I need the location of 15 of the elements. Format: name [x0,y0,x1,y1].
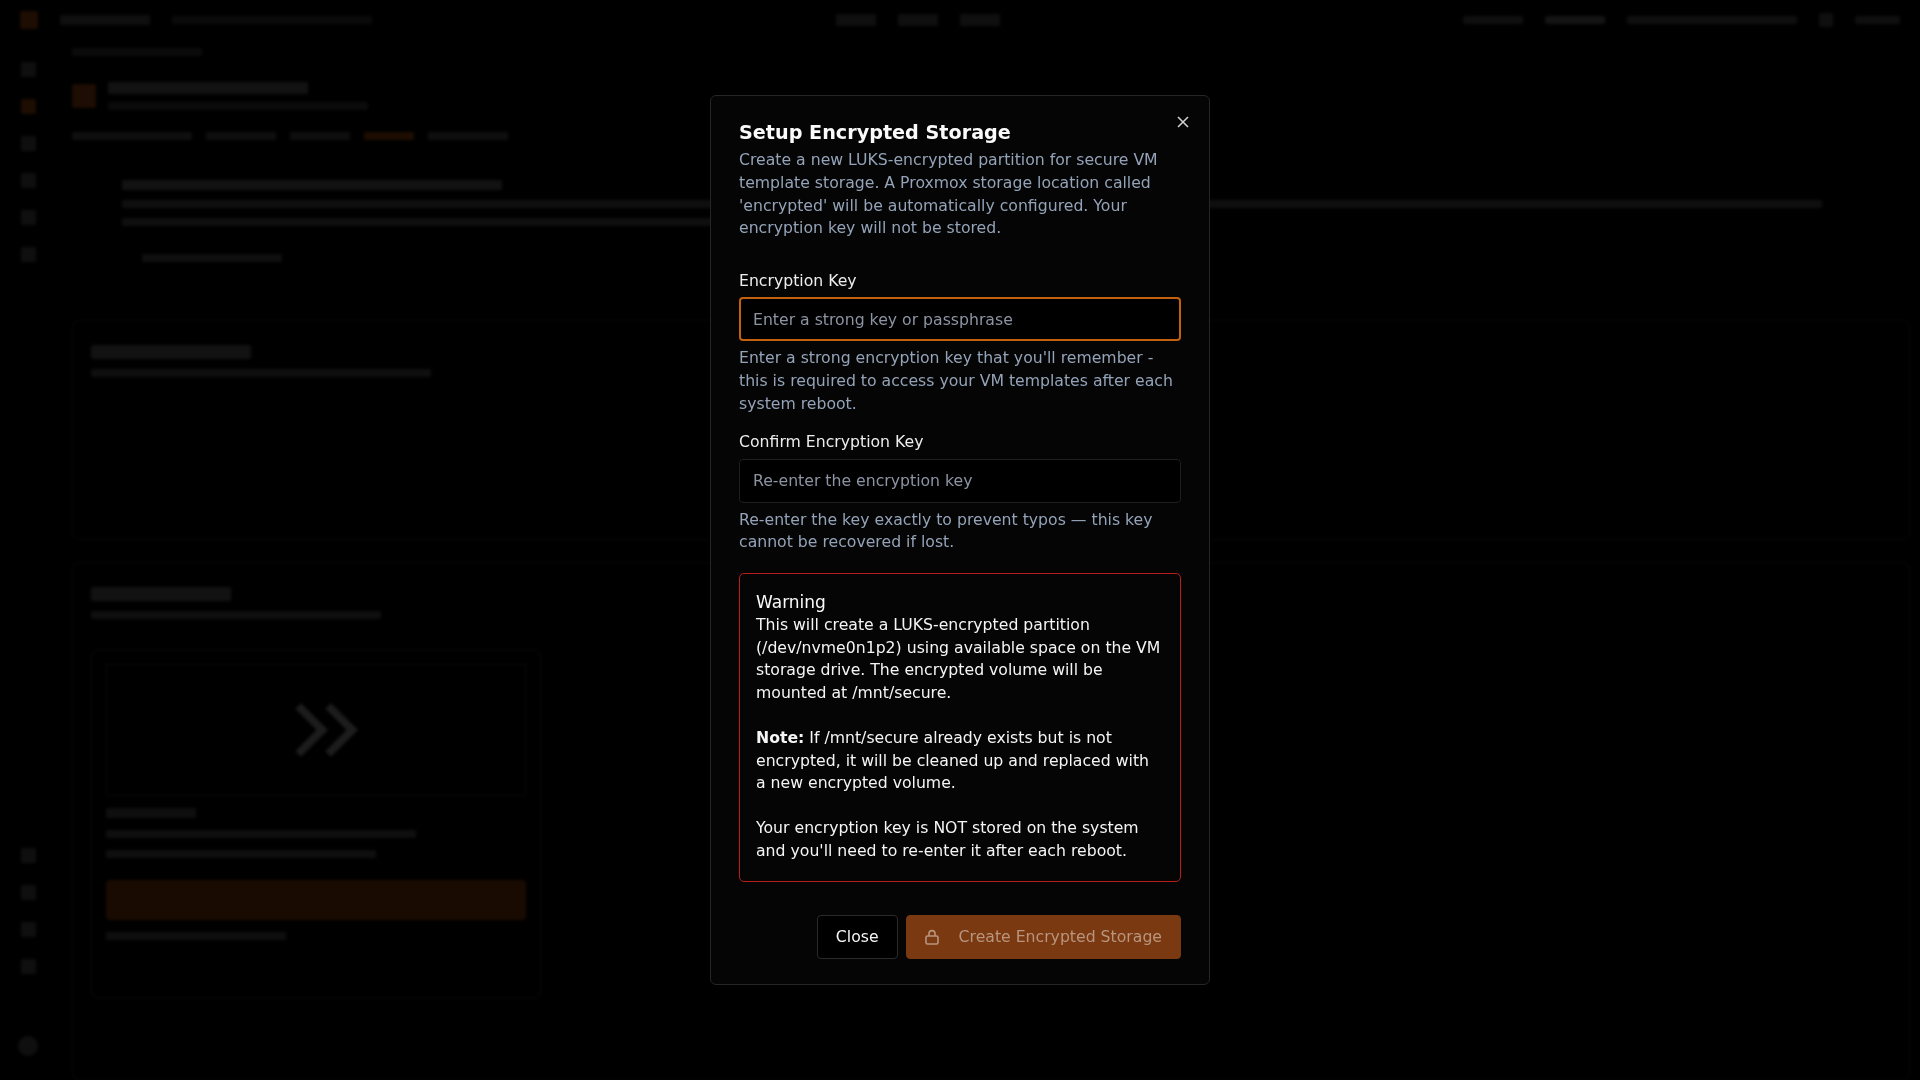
field-help-text: Enter a strong encryption key that you'll remember - this is required to access your VM templates after each system reboot. [739,347,1174,415]
field-label: Encryption Key [739,269,858,292]
dialog-title: Setup Encrypted Storage [739,120,1012,146]
dialog-description: Create a new LUKS-encrypted partition for secure VM template storage. A Proxmox storage location called 'encrypted' will be automatically configured. Your encryption key will not be stored. [739,149,1159,240]
warning-paragraph: Your encryption key is NOT stored on the system and you'll need to re-enter it after each reboot. [756,817,1140,862]
key-input-field[interactable]: Enter a strong key or passphrase [739,297,1181,342]
close-icon[interactable] [1177,116,1189,129]
field-label: Confirm Encryption Key [739,431,925,454]
warning-title: Warning [756,591,827,614]
close-button[interactable]: Close [816,914,898,959]
warning-paragraph: Note: If /mnt/secure already exists but is not encrypted, it will be cleaned up and replaced with a new encrypted volume. [756,726,1150,795]
key-input-field[interactable]: Re-enter the encryption key [739,458,1181,503]
warning-paragraph: This will create a LUKS-encrypted partition (/dev/nvme0n1p2) using available space on the VM storage drive. The encrypted volume will be mounted at /mnt/secure. [756,614,1161,704]
lock-icon [924,928,939,945]
field-help-text: Re-enter the key exactly to prevent typos — this key cannot be recovered if lost. [739,508,1154,554]
